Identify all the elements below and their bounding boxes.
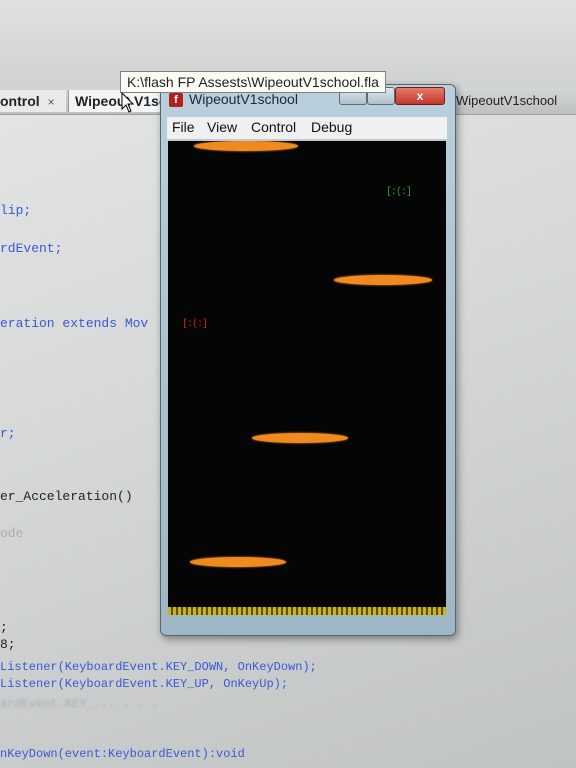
code-line: r; — [0, 426, 16, 441]
code-line: Listener(KeyboardEvent.KEY_UP, OnKeyUp); — [0, 677, 289, 691]
window-bottom-frame — [161, 615, 455, 635]
flash-player-window[interactable]: f WipeoutV1school x File View Control De… — [160, 84, 456, 636]
platform — [252, 433, 348, 443]
game-floor — [168, 607, 446, 615]
tab-control[interactable]: ontrol × — [0, 90, 66, 112]
code-line: rdEvent; — [0, 241, 63, 256]
close-button[interactable]: x — [395, 87, 445, 105]
code-line: lip; — [0, 203, 32, 218]
player-menu-bar: File View Control Debug — [167, 117, 447, 140]
window-title: WipeoutV1school — [189, 91, 298, 107]
platform — [190, 557, 286, 567]
tab-wipeout-school[interactable]: WipeoutV1school — [456, 90, 576, 112]
tab-wipeout-active[interactable]: Wipeout V1sc — [68, 90, 171, 112]
platform — [334, 275, 432, 285]
code-line: nKeyDown(event:KeyboardEvent):void — [0, 747, 245, 761]
code-line: Listener(KeyboardEvent.KEY_DOWN, OnKeyDo… — [0, 660, 317, 674]
code-line: 8; — [0, 637, 16, 652]
code-line: ode — [0, 526, 24, 541]
code-line: eration extends Mov — [0, 316, 149, 331]
game-stage[interactable]: [:(:] [:(:] — [168, 141, 446, 615]
tab-label: ontrol — [0, 93, 40, 109]
file-path-tooltip: K:\flash FP Assests\WipeoutV1school.fla — [120, 71, 386, 93]
green-enemy-sprite: [:(:] — [386, 187, 412, 198]
red-player-sprite: [:(:] — [182, 319, 208, 330]
menu-view[interactable]: View — [207, 119, 237, 135]
menu-control[interactable]: Control — [251, 119, 296, 135]
tab-close-icon[interactable]: × — [48, 95, 55, 109]
tab-label: WipeoutV1school — [456, 93, 558, 108]
platform — [194, 141, 298, 151]
menu-debug[interactable]: Debug — [311, 119, 352, 135]
code-line-blurred: ardEvent.KEY_... . . . — [0, 697, 159, 711]
code-line: ; — [0, 620, 8, 635]
menu-file[interactable]: File — [172, 119, 195, 135]
mouse-cursor-icon — [121, 92, 135, 113]
flash-icon: f — [169, 93, 183, 107]
code-line: er_Acceleration() — [0, 489, 133, 504]
